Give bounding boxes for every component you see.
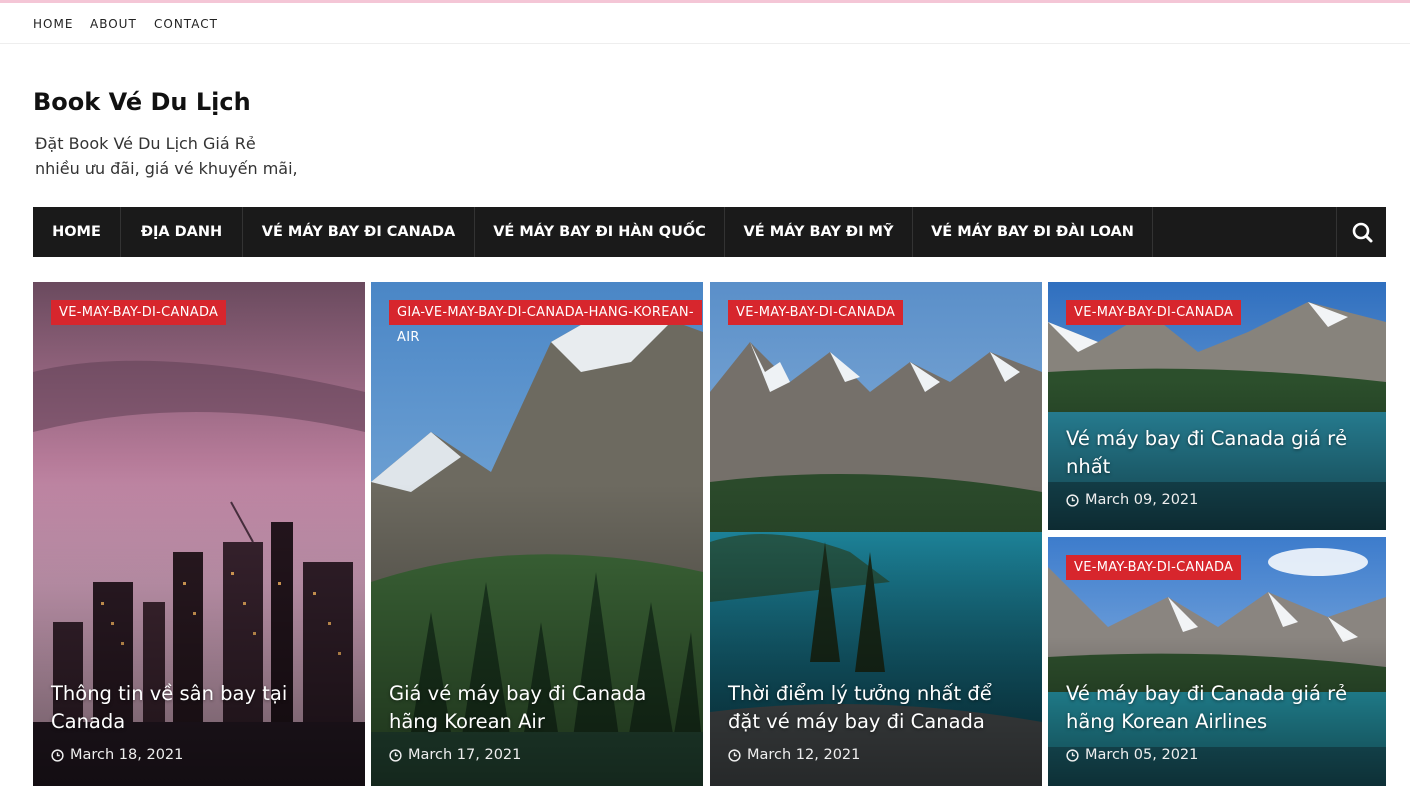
topnav-home-link[interactable]: HOME: [33, 17, 73, 31]
nav-item-dai-loan[interactable]: VÉ MÁY BAY ĐI ĐÀI LOAN: [913, 207, 1153, 257]
clock-icon: [1066, 748, 1079, 762]
post-date-text: March 12, 2021: [747, 747, 861, 763]
post-title[interactable]: Vé máy bay đi Canada giá rẻ nhất: [1066, 425, 1372, 481]
post-title[interactable]: Giá vé máy bay đi Canada hãng Korean Air: [389, 680, 689, 736]
post-card[interactable]: VE-MAY-BAY-DI-CANADA Vé máy bay đi Canad…: [1048, 282, 1386, 530]
post-title[interactable]: Thời điểm lý tưởng nhất để đặt vé máy ba…: [728, 680, 1028, 736]
site-tagline: Đặt Book Vé Du Lịch Giá Rẻ nhiều ưu đãi,…: [35, 131, 435, 181]
post-date: March 17, 2021: [389, 747, 521, 763]
topnav-contact-link[interactable]: CONTACT: [154, 17, 218, 31]
post-date: March 09, 2021: [1066, 492, 1198, 508]
clock-icon: [1066, 493, 1079, 507]
category-badge[interactable]: VE-MAY-BAY-DI-CANADA: [1066, 300, 1242, 325]
clock-icon: [728, 748, 741, 762]
post-date-text: March 18, 2021: [70, 747, 184, 763]
search-icon: [1352, 222, 1373, 243]
post-date: March 18, 2021: [51, 747, 183, 763]
post-date-text: March 05, 2021: [1085, 747, 1199, 763]
site-title[interactable]: Book Vé Du Lịch: [33, 88, 251, 116]
post-date: March 12, 2021: [728, 747, 860, 763]
post-card[interactable]: VE-MAY-BAY-DI-CANADA Thời điểm lý tưởng …: [710, 282, 1042, 786]
nav-item-home[interactable]: HOME: [33, 207, 121, 257]
post-card[interactable]: VE-MAY-BAY-DI-CANADA Thông tin về sân ba…: [33, 282, 365, 786]
nav-item-dia-danh[interactable]: ĐỊA DANH: [121, 207, 243, 257]
top-navigation: HOME ABOUT CONTACT: [0, 3, 1410, 44]
category-badge[interactable]: GIA-VE-MAY-BAY-DI-CANADA-HANG-KOREAN-AIR: [389, 300, 702, 350]
nav-item-my[interactable]: VÉ MÁY BAY ĐI MỸ: [725, 207, 913, 257]
search-button[interactable]: [1336, 207, 1386, 257]
category-badge[interactable]: VE-MAY-BAY-DI-CANADA: [51, 300, 227, 325]
post-date-text: March 17, 2021: [408, 747, 522, 763]
tagline-line-2: nhiều ưu đãi, giá vé khuyến mãi,: [35, 159, 298, 178]
post-title[interactable]: Vé máy bay đi Canada giá rẻ hãng Korean …: [1066, 680, 1372, 736]
card-overlay: [33, 483, 365, 786]
clock-icon: [51, 748, 64, 762]
post-card[interactable]: GIA-VE-MAY-BAY-DI-CANADA-HANG-KOREAN-AIR…: [371, 282, 703, 786]
main-navigation: HOME ĐỊA DANH VÉ MÁY BAY ĐI CANADA VÉ MÁ…: [33, 207, 1386, 257]
nav-item-han-quoc[interactable]: VÉ MÁY BAY ĐI HÀN QUỐC: [475, 207, 725, 257]
post-card[interactable]: VE-MAY-BAY-DI-CANADA Vé máy bay đi Canad…: [1048, 537, 1386, 786]
clock-icon: [389, 748, 402, 762]
post-date: March 05, 2021: [1066, 747, 1198, 763]
category-badge[interactable]: VE-MAY-BAY-DI-CANADA: [728, 300, 904, 325]
nav-item-canada[interactable]: VÉ MÁY BAY ĐI CANADA: [243, 207, 475, 257]
category-badge[interactable]: VE-MAY-BAY-DI-CANADA: [1066, 555, 1242, 580]
post-date-text: March 09, 2021: [1085, 492, 1199, 508]
tagline-line-1: Đặt Book Vé Du Lịch Giá Rẻ: [35, 134, 256, 153]
topnav-about-link[interactable]: ABOUT: [90, 17, 137, 31]
post-title[interactable]: Thông tin về sân bay tại Canada: [51, 680, 351, 736]
card-overlay: [371, 483, 703, 786]
card-overlay: [710, 483, 1042, 786]
